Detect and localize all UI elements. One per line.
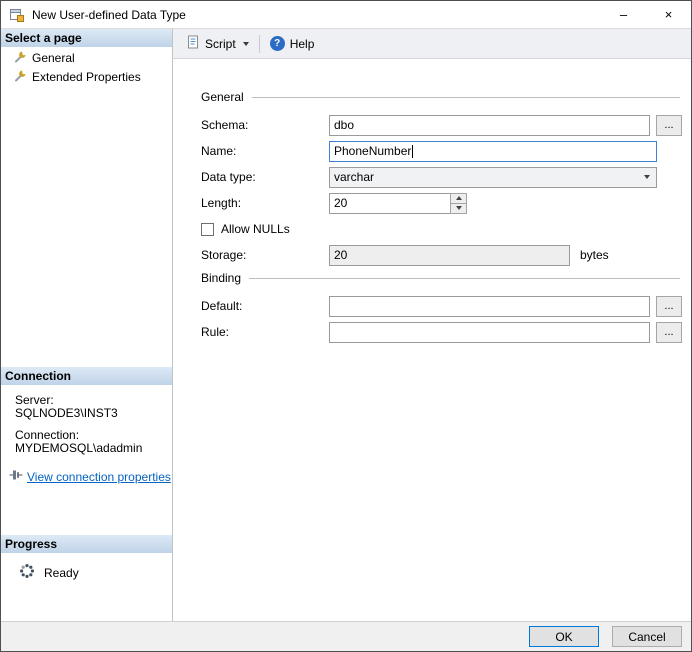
dialog-footer: OK Cancel — [1, 621, 691, 651]
rule-row: Rule: ... — [201, 321, 682, 343]
dialog-icon — [9, 7, 25, 23]
datatype-row: Data type: varchar — [201, 166, 682, 188]
help-button[interactable]: ? Help — [264, 32, 321, 56]
name-input[interactable]: PhoneNumber — [329, 141, 657, 162]
binding-group-heading: Binding — [201, 270, 682, 286]
dialog-body: Select a page General Extende — [1, 29, 691, 621]
length-input[interactable]: 20 — [329, 193, 451, 214]
allow-nulls-checkbox[interactable] — [201, 223, 214, 236]
sidebar-item-extended-properties[interactable]: Extended Properties — [1, 69, 172, 85]
storage-label: Storage: — [201, 248, 329, 262]
general-page-content: General Schema: dbo ... Name: PhoneNumbe… — [173, 59, 692, 621]
progress-section: Progress Read — [1, 535, 172, 582]
script-button-label: Script — [205, 37, 236, 51]
cancel-button[interactable]: Cancel — [612, 626, 682, 647]
sidebar: Select a page General Extende — [1, 29, 173, 621]
new-udt-dialog: New User-defined Data Type – × Select a … — [0, 0, 692, 652]
window-controls: – × — [601, 1, 691, 28]
help-button-label: Help — [290, 37, 315, 51]
text-caret — [412, 145, 413, 158]
schema-label: Schema: — [201, 118, 329, 132]
view-connection-properties-link[interactable]: View connection properties — [1, 469, 172, 484]
schema-browse-button[interactable]: ... — [656, 115, 682, 136]
group-divider — [249, 278, 680, 279]
length-spinner — [450, 193, 467, 214]
close-button[interactable]: × — [646, 1, 691, 28]
name-label: Name: — [201, 144, 329, 158]
rule-input[interactable] — [329, 322, 650, 343]
toolbar: Script ? Help — [173, 29, 692, 59]
allow-nulls-row: Allow NULLs — [201, 218, 682, 240]
minimize-button[interactable]: – — [601, 1, 646, 28]
progress-status-text: Ready — [44, 566, 79, 580]
select-a-page-header: Select a page — [1, 29, 172, 47]
progress-spinner-icon — [19, 563, 35, 582]
default-label: Default: — [201, 299, 329, 313]
sidebar-item-label: General — [32, 51, 75, 65]
rule-browse-button[interactable]: ... — [656, 322, 682, 343]
wrench-icon — [14, 69, 27, 85]
chevron-up-icon — [456, 196, 462, 200]
script-icon — [186, 35, 200, 52]
progress-status-row: Ready — [1, 563, 172, 582]
binding-group-label: Binding — [201, 271, 241, 285]
chevron-down-icon[interactable] — [243, 42, 249, 46]
general-group-label: General — [201, 90, 244, 104]
toolbar-separator — [259, 35, 260, 53]
connection-section: Connection Server: SQLNODE3\INST3 Connec… — [1, 367, 172, 484]
datatype-label: Data type: — [201, 170, 329, 184]
titlebar: New User-defined Data Type – × — [1, 1, 691, 29]
connection-header: Connection — [1, 367, 172, 385]
main-panel: Script ? Help General Schema: — [173, 29, 692, 621]
connection-value: MYDEMOSQL\adadmin — [15, 442, 172, 455]
schema-value: dbo — [334, 118, 354, 132]
storage-unit-label: bytes — [580, 248, 609, 262]
sidebar-item-label: Extended Properties — [32, 70, 141, 84]
storage-row: Storage: 20 bytes — [201, 244, 682, 266]
script-button[interactable]: Script — [180, 32, 255, 56]
ok-button[interactable]: OK — [529, 626, 599, 647]
storage-value: 20 — [334, 248, 347, 262]
chevron-down-icon — [456, 206, 462, 210]
length-row: Length: 20 — [201, 192, 682, 214]
default-row: Default: ... — [201, 295, 682, 317]
default-browse-button[interactable]: ... — [656, 296, 682, 317]
name-row: Name: PhoneNumber — [201, 140, 682, 162]
general-group-heading: General — [201, 89, 682, 105]
length-label: Length: — [201, 196, 329, 210]
progress-header: Progress — [1, 535, 172, 553]
length-value: 20 — [334, 196, 347, 210]
group-divider — [252, 97, 680, 98]
allow-nulls-label: Allow NULLs — [221, 222, 290, 236]
connection-properties-icon — [9, 469, 23, 484]
window-title: New User-defined Data Type — [32, 8, 186, 22]
view-connection-properties-label[interactable]: View connection properties — [27, 470, 171, 484]
sidebar-item-general[interactable]: General — [1, 50, 172, 66]
server-value: SQLNODE3\INST3 — [15, 407, 172, 420]
chevron-down-icon — [644, 175, 650, 179]
rule-label: Rule: — [201, 325, 329, 339]
schema-input[interactable]: dbo — [329, 115, 650, 136]
wrench-icon — [14, 50, 27, 66]
storage-field: 20 — [329, 245, 570, 266]
server-info: Server: SQLNODE3\INST3 — [1, 385, 172, 420]
datatype-value: varchar — [334, 170, 374, 184]
spin-down-button[interactable] — [450, 203, 467, 214]
schema-row: Schema: dbo ... — [201, 114, 682, 136]
name-value: PhoneNumber — [334, 144, 411, 158]
connection-info: Connection: MYDEMOSQL\adadmin — [1, 420, 172, 455]
default-input[interactable] — [329, 296, 650, 317]
datatype-dropdown[interactable]: varchar — [329, 167, 657, 188]
help-icon: ? — [270, 36, 285, 51]
